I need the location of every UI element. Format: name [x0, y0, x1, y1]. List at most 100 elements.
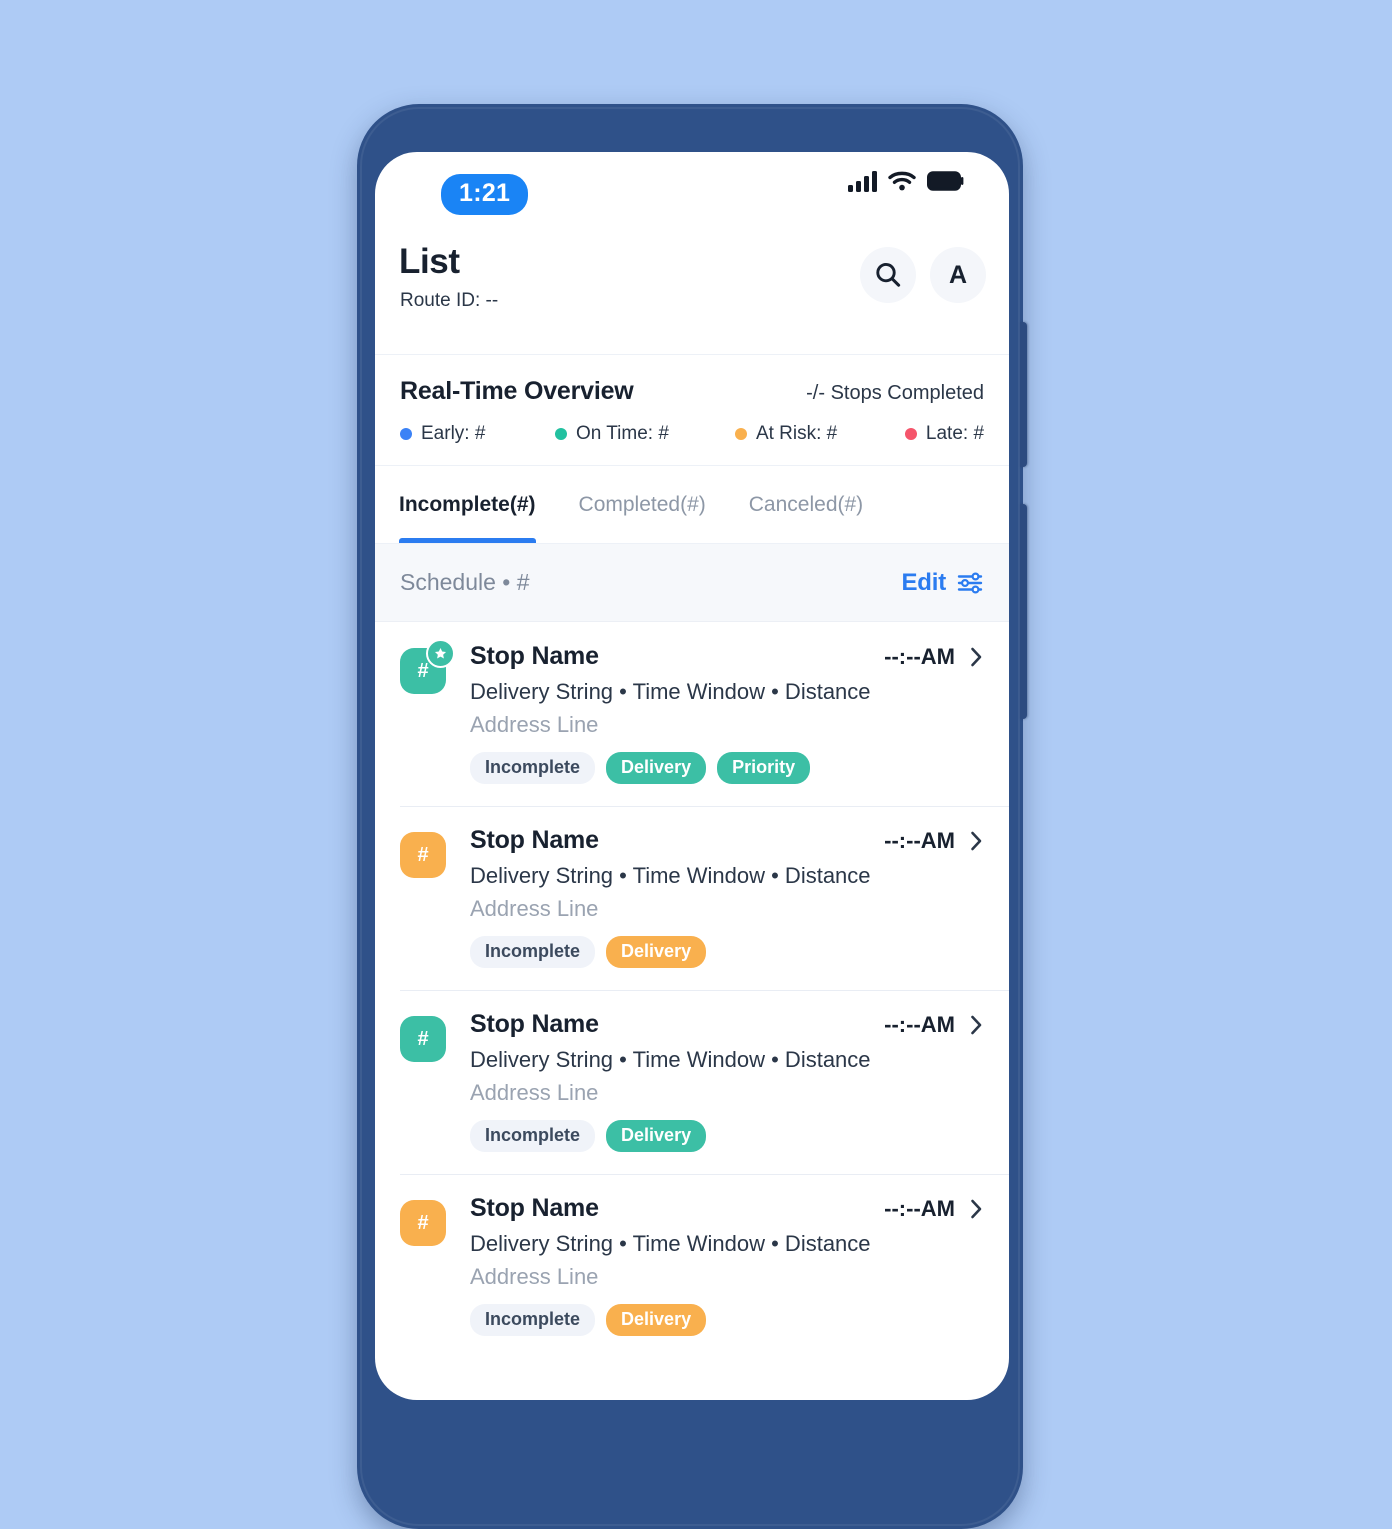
chip-type: Delivery: [606, 1120, 707, 1152]
stop-detail-line: Delivery String • Time Window • Distance: [470, 679, 871, 704]
stop-sequence-value: #: [417, 1211, 429, 1234]
stop-header: Stop Name --:--AM: [470, 642, 984, 671]
stop-chips: Incomplete Delivery: [470, 1304, 984, 1336]
legend-label: On Time: #: [575, 423, 669, 444]
status-time: 1:21: [441, 174, 529, 215]
tab-incomplete[interactable]: Incomplete(#): [399, 466, 536, 543]
legend-label: Late: #: [925, 423, 985, 444]
stop-chips: Incomplete Delivery Priority: [470, 752, 984, 784]
at-risk-dot-icon: [734, 428, 747, 440]
search-button[interactable]: [860, 247, 916, 303]
overview-header: Real-Time Overview -/- Stops Completed: [400, 377, 984, 406]
priority-star-badge: [426, 639, 455, 668]
stops-completed-count: -/- Stops Completed: [806, 382, 984, 404]
phone-screen: 1:21 List Route ID: -- A Real-Time Overv…: [375, 152, 1009, 1400]
stop-name: Stop Name: [470, 826, 599, 854]
chevron-right-icon[interactable]: [969, 1197, 984, 1221]
chip-priority: Priority: [717, 752, 811, 784]
route-id-label: Route ID: --: [400, 290, 499, 311]
stop-address: Address Line: [470, 1264, 599, 1289]
stop-eta-group: --:--AM: [884, 1012, 984, 1038]
real-time-overview: Real-Time Overview -/- Stops Completed E…: [375, 355, 1009, 466]
chip-status: Incomplete: [470, 1120, 596, 1152]
stop-header: Stop Name --:--AM: [470, 826, 984, 855]
tab-canceled[interactable]: Canceled(#): [749, 466, 863, 543]
power-button[interactable]: [1020, 504, 1027, 719]
sliders-filter-icon: [957, 571, 983, 594]
volume-button[interactable]: [1020, 322, 1027, 467]
avatar[interactable]: A: [930, 247, 986, 303]
on-time-dot-icon: [554, 428, 567, 440]
search-icon: [876, 262, 901, 287]
legend-item-early: Early: #: [400, 423, 555, 445]
stop-sequence-value: #: [417, 1027, 429, 1050]
tab-label: Completed(#): [578, 492, 706, 516]
status-legend: Early: # On Time: # At Risk: # Late: #: [400, 423, 984, 445]
battery-full-icon: [927, 171, 964, 191]
stop-eta-group: --:--AM: [884, 644, 984, 670]
stop-sequence-badge: #: [400, 1016, 446, 1062]
stop-list-item[interactable]: # Stop Name --:--AM Delivery String • Ti…: [375, 990, 1009, 1174]
overview-title: Real-Time Overview: [400, 377, 634, 405]
stop-address: Address Line: [470, 1080, 599, 1105]
chevron-right-icon[interactable]: [969, 645, 984, 669]
stop-address: Address Line: [470, 896, 599, 921]
chevron-right-icon[interactable]: [969, 1013, 984, 1037]
stop-header: Stop Name --:--AM: [470, 1010, 984, 1039]
late-dot-icon: [904, 428, 917, 440]
legend-label: At Risk: #: [755, 423, 838, 444]
stop-details: Stop Name --:--AM Delivery String • Time…: [470, 642, 984, 784]
stop-eta: --:--AM: [884, 643, 955, 669]
header-actions: A: [860, 247, 986, 303]
tab-label: Canceled(#): [748, 492, 864, 516]
tab-label: Incomplete(#): [399, 492, 536, 516]
tab-completed[interactable]: Completed(#): [579, 466, 706, 543]
stop-name: Stop Name: [470, 1194, 599, 1222]
stop-detail-line: Delivery String • Time Window • Distance: [470, 863, 871, 888]
star-icon: [434, 647, 447, 659]
status-indicators: [848, 170, 965, 192]
stop-marker-wrap: #: [400, 639, 455, 784]
chip-type: Delivery: [606, 752, 707, 784]
early-dot-icon: [400, 428, 412, 440]
stop-header: Stop Name --:--AM: [470, 1194, 984, 1223]
wifi-icon: [888, 171, 916, 191]
stop-sequence-value: #: [417, 843, 429, 866]
app-header: List Route ID: -- A: [375, 224, 1009, 355]
stop-eta: --:--AM: [884, 1195, 955, 1221]
stop-marker-wrap: #: [400, 1016, 446, 1152]
stop-list-item[interactable]: # Stop Name --:--AM Delivery String • Ti…: [375, 1174, 1009, 1358]
avatar-initial: A: [948, 260, 968, 289]
stop-detail-line: Delivery String • Time Window • Distance: [470, 1047, 871, 1072]
schedule-toolbar: Schedule • # Edit: [375, 544, 1009, 622]
cellular-signal-icon: [848, 170, 877, 192]
stop-eta: --:--AM: [884, 827, 955, 853]
stop-details: Stop Name --:--AM Delivery String • Time…: [470, 826, 984, 968]
legend-label: Early: #: [421, 423, 486, 444]
status-bar: 1:21: [375, 152, 1009, 224]
legend-item-on-time: On Time: #: [554, 423, 735, 445]
stop-list-item[interactable]: # Stop Name --:--AM Delivery String • Ti…: [375, 806, 1009, 990]
chip-status: Incomplete: [470, 1304, 596, 1336]
stop-list-item[interactable]: # Stop Name --:--AM Delivery String • Ti…: [375, 622, 1009, 806]
stop-details: Stop Name --:--AM Delivery String • Time…: [470, 1194, 984, 1336]
stop-eta-group: --:--AM: [884, 1196, 984, 1222]
stop-eta: --:--AM: [884, 1011, 955, 1037]
legend-item-at-risk: At Risk: #: [734, 423, 905, 445]
chip-type: Delivery: [606, 936, 707, 968]
stop-sequence-value: #: [417, 659, 429, 682]
stop-sequence-badge: #: [400, 1200, 446, 1246]
stop-name: Stop Name: [470, 642, 599, 670]
chevron-right-icon[interactable]: [969, 829, 984, 853]
edit-button[interactable]: Edit: [901, 569, 984, 597]
chip-status: Incomplete: [470, 936, 596, 968]
stop-sequence-badge: #: [400, 832, 446, 878]
stop-marker-wrap: #: [400, 832, 446, 968]
chip-status: Incomplete: [470, 752, 596, 784]
page-title: List: [399, 242, 460, 281]
stop-marker-wrap: #: [400, 1200, 446, 1336]
stop-chips: Incomplete Delivery: [470, 1120, 984, 1152]
stop-name: Stop Name: [470, 1010, 599, 1038]
stop-list: # Stop Name --:--AM Delivery String • Ti…: [375, 622, 1009, 1358]
stop-details: Stop Name --:--AM Delivery String • Time…: [470, 1010, 984, 1152]
